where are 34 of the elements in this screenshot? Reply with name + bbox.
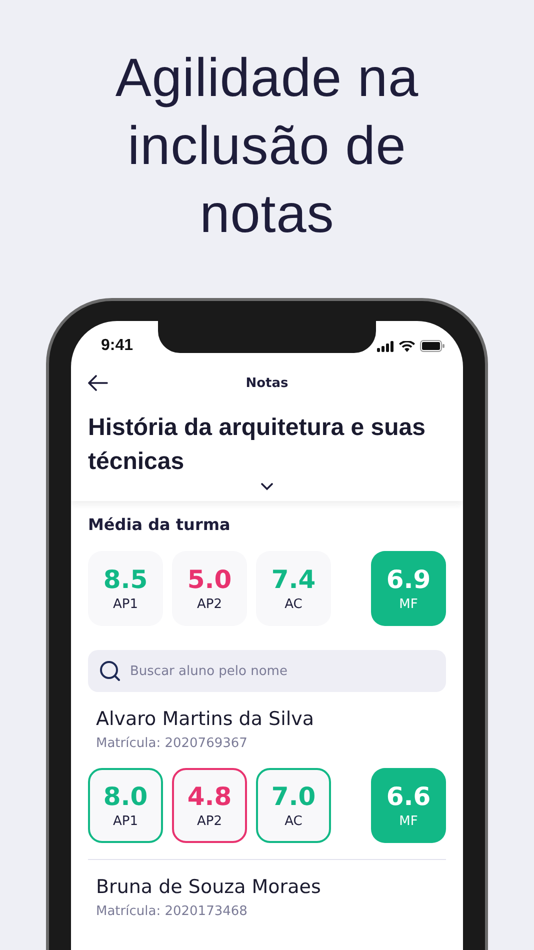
grade-label: AC bbox=[284, 597, 302, 612]
search-field[interactable]: Buscar aluno pelo nome bbox=[88, 650, 446, 692]
headline: notas bbox=[200, 183, 334, 246]
grade-value: 8.5 bbox=[103, 565, 148, 595]
wifi-icon bbox=[399, 340, 415, 352]
grade-value: 5.0 bbox=[187, 565, 232, 595]
grade-value: 6.9 bbox=[386, 565, 431, 595]
student-name: Alvaro Martins da Silva bbox=[95, 708, 316, 730]
student-id: Matrícula: 2020769367 bbox=[95, 736, 248, 751]
grade-label: AC bbox=[284, 814, 302, 829]
grade-label: MF bbox=[399, 597, 418, 612]
grade-value: 7.4 bbox=[271, 565, 316, 595]
course-title: História da arquitetura e suas técnicas bbox=[88, 413, 426, 477]
status-time: 9:41 bbox=[101, 337, 134, 355]
grade-label: MF bbox=[399, 814, 418, 829]
grade-value: 6.6 bbox=[386, 782, 431, 812]
headline: Agilidade na bbox=[115, 47, 419, 110]
search-icon bbox=[99, 660, 121, 682]
back-button[interactable] bbox=[88, 375, 108, 391]
grade-value: 7.0 bbox=[271, 782, 316, 812]
grade-label: AP2 bbox=[196, 597, 222, 612]
grade-label: AP1 bbox=[112, 597, 138, 612]
headline: inclusão de bbox=[128, 115, 406, 178]
grade-label: AP1 bbox=[112, 814, 138, 829]
student-name: Bruna de Souza Moraes bbox=[95, 876, 322, 898]
signal-icon bbox=[377, 340, 394, 352]
section-title: Média da turma bbox=[88, 515, 232, 534]
student-id: Matrícula: 2020173468 bbox=[95, 904, 248, 919]
nav-title: Notas bbox=[246, 376, 288, 390]
grade-value: 4.8 bbox=[187, 782, 232, 812]
battery-icon bbox=[420, 340, 445, 352]
expand-button[interactable] bbox=[261, 483, 273, 491]
grade-value: 8.0 bbox=[103, 782, 148, 812]
grade-label: AP2 bbox=[196, 814, 222, 829]
